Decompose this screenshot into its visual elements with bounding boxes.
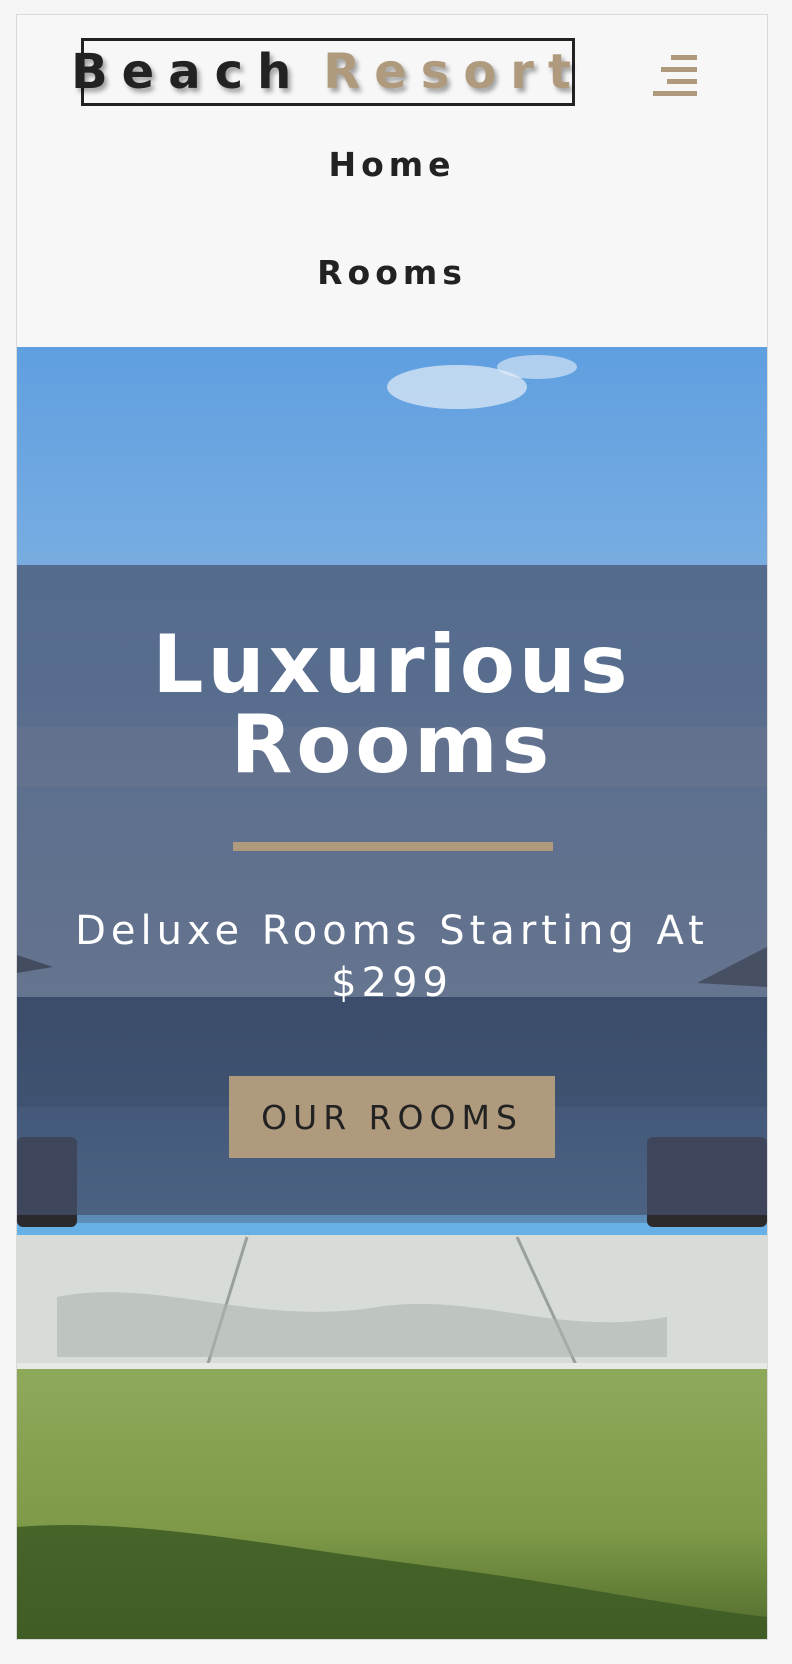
page-frame: Beach Resort Home Rooms Luxurious Rooms … [16, 14, 768, 1640]
nav-links: Home Rooms [17, 145, 767, 361]
menu-bar [661, 67, 697, 72]
hero-title: Luxurious Rooms [152, 618, 632, 791]
nav-link-home[interactable]: Home [328, 145, 455, 185]
brand-word-beach: Beach [71, 44, 306, 100]
hero-subtitle: Deluxe Rooms Starting At $299 [75, 908, 709, 1006]
menu-bar [653, 91, 697, 96]
nav-item-home: Home [17, 145, 767, 253]
menu-bar [671, 55, 697, 60]
our-rooms-button[interactable]: Our Rooms [229, 1076, 555, 1158]
brand-logo[interactable]: Beach Resort [71, 38, 575, 106]
menu-bars-icon[interactable] [653, 55, 697, 97]
hero-banner: Luxurious Rooms Deluxe Rooms Starting At… [17, 565, 767, 1215]
nav-item-rooms: Rooms [17, 253, 767, 361]
menu-bar [667, 79, 697, 84]
title-underline [233, 842, 553, 851]
hero-section: Luxurious Rooms Deluxe Rooms Starting At… [17, 347, 767, 1639]
nav-link-rooms[interactable]: Rooms [317, 253, 467, 293]
navbar: Beach Resort Home Rooms [17, 15, 767, 347]
brand-word-resort: Resort [323, 44, 585, 100]
